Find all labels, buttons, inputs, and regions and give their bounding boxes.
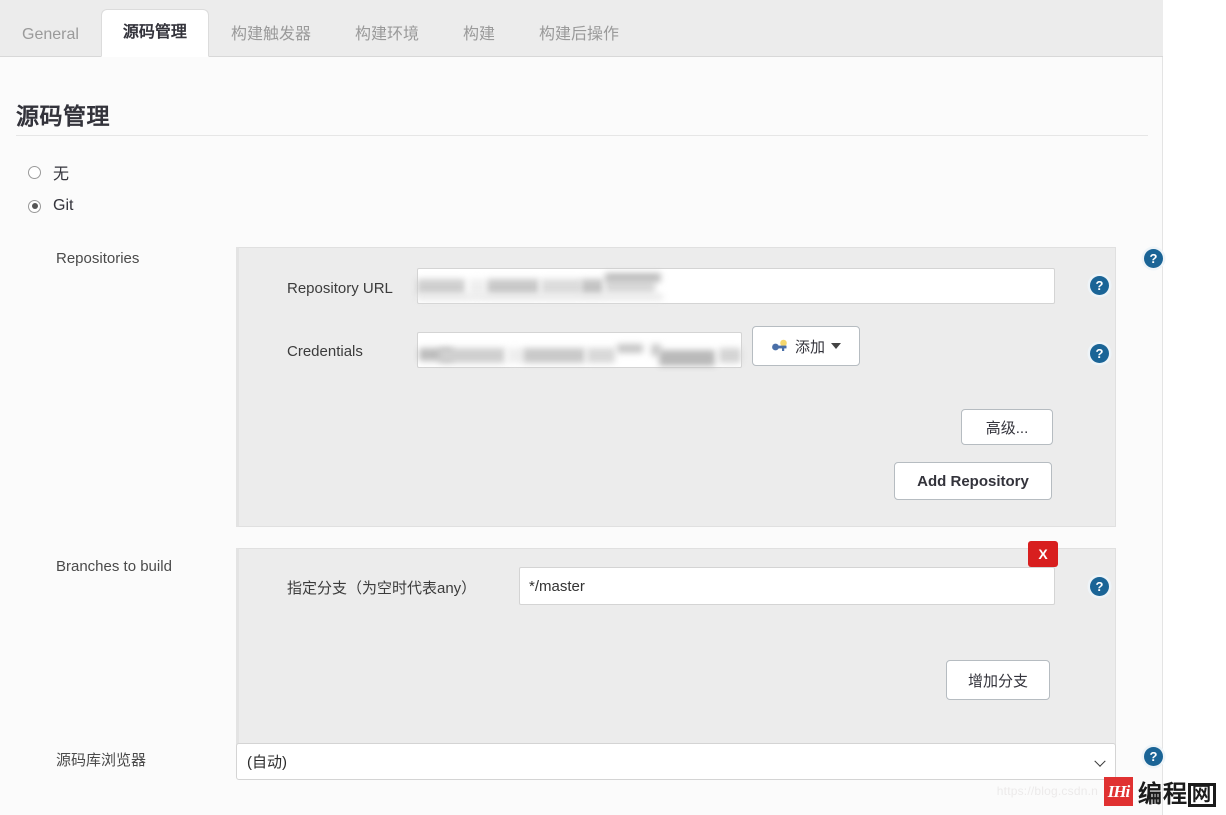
radio-git-icon[interactable] [28,199,41,213]
advanced-button[interactable]: 高级... [961,409,1053,445]
tab-post-build-actions-label: 构建后操作 [538,26,619,43]
branch-specifier-input[interactable]: */master [519,567,1055,605]
watermark-mark-icon: IHi [1103,777,1133,806]
repository-url-label: Repository URL [287,280,393,297]
tab-general[interactable]: General [0,11,101,56]
tab-build-environment-label: 构建环境 [354,26,419,43]
config-content-area: 源码管理 无 Git Repositories Repository URL ?… [0,57,1163,815]
repository-browser-help-icon[interactable]: ? [1144,747,1163,766]
advanced-button-label: 高级... [985,419,1029,437]
section-label-branches: Branches to build [56,558,172,575]
add-repository-button-label: Add Repository [917,472,1029,490]
repository-browser-select[interactable]: (自动) [236,743,1116,780]
branch-specifier-help-icon[interactable]: ? [1090,577,1109,596]
repositories-section-help-icon[interactable]: ? [1144,249,1163,268]
repository-url-help-icon[interactable]: ? [1090,276,1109,295]
page-title: 源码管理 [16,103,110,129]
watermark-text-main: 编程 [1137,781,1188,808]
tab-build-label: 构建 [462,26,495,43]
tab-general-label: General [22,26,79,43]
config-tab-bar: General 源码管理 构建触发器 构建环境 构建 构建后操作 [0,0,1163,57]
delete-branch-label: X [1038,546,1048,562]
scm-option-none[interactable]: 无 [28,160,69,184]
tab-scm[interactable]: 源码管理 [100,9,209,57]
branch-specifier-value: */master [529,577,585,595]
tab-post-build-actions[interactable]: 构建后操作 [517,11,641,56]
credentials-help-icon[interactable]: ? [1090,344,1109,363]
chevron-down-icon [1094,755,1106,767]
watermark-text: 编程网 [1138,774,1216,809]
add-branch-button-label: 增加分支 [967,672,1028,690]
watermark-url: https://blog.csdn.n [996,784,1098,798]
branches-panel: 指定分支（为空时代表any） */master X ? 增加分支 [236,541,1116,772]
help-glyph: ? [1149,749,1158,764]
add-credentials-button[interactable]: 添加 [752,326,860,366]
tab-build-triggers[interactable]: 构建触发器 [209,11,333,56]
section-label-repository-browser: 源码库浏览器 [56,752,147,769]
credentials-label: Credentials [287,343,363,360]
scm-option-none-label: 无 [53,166,70,183]
add-repository-button[interactable]: Add Repository [894,462,1052,500]
watermark-text-boxed: 网 [1187,783,1216,808]
tab-scm-label: 源码管理 [122,24,187,41]
tab-build-triggers-label: 构建触发器 [230,26,311,43]
help-glyph: ? [1095,346,1104,361]
repository-browser-selected: (自动) [247,754,287,771]
branch-specifier-label: 指定分支（为空时代表any） [287,580,477,597]
repositories-panel: Repository URL ? Credentials 添加 ? 高级... … [236,247,1116,527]
jenkins-job-config-page: General 源码管理 构建触发器 构建环境 构建 构建后操作 源码管理 无 … [0,0,1226,815]
caret-down-icon [831,343,841,349]
title-divider [16,135,1148,136]
help-glyph: ? [1095,278,1104,293]
repository-url-input[interactable] [417,268,1055,304]
tab-build[interactable]: 构建 [441,11,517,56]
radio-none-icon[interactable] [28,165,41,179]
section-label-repositories: Repositories [56,250,140,267]
config-form: 源码管理 无 Git Repositories Repository URL ?… [0,57,1163,815]
key-icon [771,339,789,353]
scm-option-git[interactable]: Git [28,197,73,215]
add-branch-button[interactable]: 增加分支 [946,660,1050,700]
watermark-logo: IHi 编程网 [1103,774,1216,809]
help-glyph: ? [1149,251,1158,266]
help-glyph: ? [1095,579,1104,594]
scm-option-git-label: Git [53,197,74,214]
config-tabs: General 源码管理 构建触发器 构建环境 构建 构建后操作 [0,0,641,57]
tab-build-environment[interactable]: 构建环境 [333,11,441,56]
add-credentials-label: 添加 [794,338,825,356]
delete-branch-button[interactable]: X [1028,541,1058,567]
credentials-select[interactable] [417,332,742,368]
